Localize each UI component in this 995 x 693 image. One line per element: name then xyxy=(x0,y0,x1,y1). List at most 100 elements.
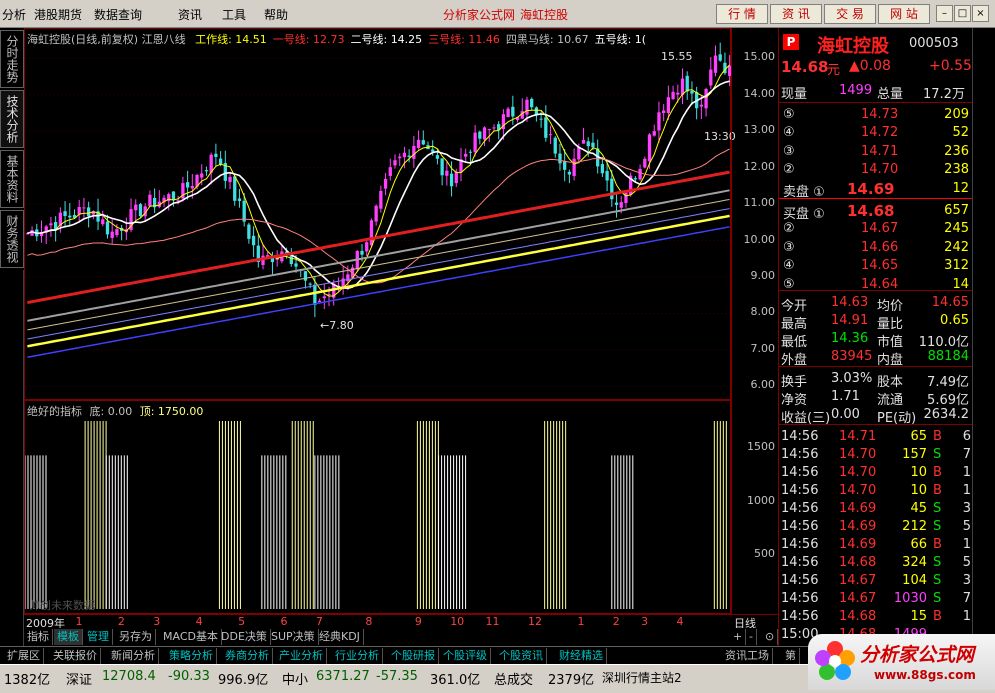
book-volume: 242 xyxy=(944,239,969,255)
toolbar-trade-button[interactable]: 交 易 xyxy=(824,4,876,24)
menu-data-query[interactable]: 数据查询 xyxy=(94,6,142,23)
menu-tools[interactable]: 工具 xyxy=(222,6,246,23)
tick-row[interactable]: 14:56 14.70 10 B 1 xyxy=(779,482,973,500)
candle-body xyxy=(473,132,477,153)
book-price: 14.68 xyxy=(847,202,895,220)
tab-save-as[interactable]: 另存为 xyxy=(116,629,156,645)
flower-icon xyxy=(815,641,855,680)
legend-line-name: 三号线: xyxy=(428,33,469,46)
tick-row[interactable]: 14:56 14.71 65 B 6 xyxy=(779,428,973,446)
window-title-site: 分析家公式网 xyxy=(443,8,516,22)
legend-line-value: 12.73 xyxy=(312,33,345,46)
bids-row[interactable]: ③ 14.66 242 xyxy=(779,239,973,257)
book-level: ② xyxy=(783,221,795,237)
close-button[interactable]: × xyxy=(972,5,989,22)
indicator-canvas xyxy=(24,421,727,609)
maximize-button[interactable]: □ xyxy=(954,5,971,22)
shortcut-4[interactable]: 券商分析 xyxy=(222,648,273,664)
bids-row[interactable]: ④ 14.65 312 xyxy=(779,257,973,275)
tab-template[interactable]: 模板 xyxy=(54,629,83,645)
book-level: ③ xyxy=(783,239,795,255)
asks-row[interactable]: ④ 14.72 52 xyxy=(779,124,973,142)
candle-body xyxy=(251,235,256,246)
book-price: 14.66 xyxy=(861,239,899,255)
book-level: ④ xyxy=(783,258,795,274)
date-axis-label: 5 xyxy=(238,615,246,628)
asks-row[interactable]: ③ 14.71 236 xyxy=(779,143,973,161)
tick-row[interactable]: 14:56 14.68 324 S 5 xyxy=(779,554,973,572)
tab-fundamentals[interactable]: 基本资料 xyxy=(0,150,24,208)
tick-side: B xyxy=(933,465,942,480)
tick-row[interactable]: 14:56 14.69 66 B 1 xyxy=(779,536,973,554)
tab-indicator[interactable]: 指标 xyxy=(24,629,53,645)
shortcut-7[interactable]: 个股研报 xyxy=(388,648,439,664)
tab-intraday[interactable]: 分时走势 xyxy=(0,30,24,88)
candle-body xyxy=(200,173,204,178)
candle-body xyxy=(77,207,81,215)
bids-row[interactable]: 买盘 ① 14.68 657 xyxy=(779,202,973,222)
shortcut-3[interactable]: 策略分析 xyxy=(166,648,217,664)
tab-manage[interactable]: 管理 xyxy=(84,629,113,645)
asks-row[interactable]: ⑤ 14.73 209 xyxy=(779,106,973,124)
candle-body xyxy=(704,88,708,109)
ma-line-two xyxy=(27,80,730,290)
tick-row[interactable]: 14:56 14.70 157 S 7 xyxy=(779,446,973,464)
indicator-panel[interactable]: 绝好的指标 底: 0.00 顶: 1750.00 帅创未来数据 xyxy=(24,400,731,614)
window-title-stock: 海虹控股 xyxy=(520,8,569,22)
menu-hk-futures[interactable]: 港股期货 xyxy=(34,6,82,23)
menu-analysis[interactable]: 分析 xyxy=(2,6,26,23)
date-axis-label: 4 xyxy=(676,615,684,628)
tick-row[interactable]: 14:56 14.70 10 B 1 xyxy=(779,464,973,482)
price-change: ▲0.08 xyxy=(849,58,891,74)
status-server[interactable]: 深圳行情主站2 xyxy=(602,669,682,686)
shortcut-10[interactable]: 财经精选 xyxy=(556,648,607,664)
bids-row[interactable]: ② 14.67 245 xyxy=(779,220,973,238)
tab-financials[interactable]: 财务透视 xyxy=(0,210,24,268)
candle-body xyxy=(204,170,209,172)
minimize-button[interactable]: – xyxy=(936,5,953,22)
price-chart[interactable]: 海虹控股(日线,前复权) 江恩八线 工作线: 14.51 一号线: 12.73 二号… xyxy=(24,28,736,400)
shortcut-8[interactable]: 个股评级 xyxy=(440,648,491,664)
zoom-in-button[interactable]: + xyxy=(730,629,747,645)
right-scroll-strip[interactable] xyxy=(972,28,995,646)
shortcut-2[interactable]: 新闻分析 xyxy=(108,648,159,664)
status-sz-amount: 996.9亿 xyxy=(218,673,269,688)
tick-row[interactable]: 14:56 14.69 212 S 5 xyxy=(779,518,973,536)
tab-sup[interactable]: SUP决策 xyxy=(268,629,319,645)
tick-row[interactable]: 14:56 14.67 104 S 3 xyxy=(779,572,973,590)
tab-macd[interactable]: MACD基本 xyxy=(160,629,222,645)
tab-kdj[interactable]: 经典KDJ xyxy=(316,629,364,645)
tab-dde[interactable]: DDE决策 xyxy=(218,629,271,645)
shortcut-5[interactable]: 产业分析 xyxy=(276,648,327,664)
candle-body xyxy=(699,104,704,107)
shortcut-6[interactable]: 行业分析 xyxy=(332,648,383,664)
tick-row[interactable]: 14:56 14.67 1030 S 7 xyxy=(779,590,973,608)
shortcut-11[interactable]: 资讯工场 xyxy=(722,648,773,664)
tick-row[interactable]: 14:56 14.69 45 S 3 xyxy=(779,500,973,518)
toolbar-quote-button[interactable]: 行 情 xyxy=(716,4,768,24)
reset-icon[interactable]: ⊙ xyxy=(762,629,779,645)
candle-body xyxy=(431,149,435,152)
menu-help[interactable]: 帮助 xyxy=(264,6,288,23)
tick-row[interactable]: 14:56 14.68 15 B 1 xyxy=(779,608,973,626)
zoom-out-button[interactable]: - xyxy=(746,629,757,645)
asks-row[interactable]: 卖盘 ① 14.69 12 xyxy=(779,180,973,200)
shortcut-1[interactable]: 关联报价 xyxy=(50,648,101,664)
shortcut-12[interactable]: 第 xyxy=(782,648,800,664)
toolbar-news-button[interactable]: 资 讯 xyxy=(770,4,822,24)
tick-side: S xyxy=(933,591,942,606)
candle-body xyxy=(605,171,609,181)
chart-high-annotation: 15.55 xyxy=(661,50,693,63)
asks-row[interactable]: ② 14.70 238 xyxy=(779,161,973,179)
tab-technical[interactable]: 技术分析 xyxy=(0,90,24,148)
candle-body xyxy=(685,75,689,92)
tick-count: 5 xyxy=(962,555,971,570)
toolbar-web-button[interactable]: 网 站 xyxy=(878,4,930,24)
status-total-value: 2379亿 xyxy=(548,673,595,688)
shortcut-9[interactable]: 个股资讯 xyxy=(496,648,547,664)
menu-news[interactable]: 资讯 xyxy=(178,6,202,23)
candle-body xyxy=(610,178,614,200)
candle-body xyxy=(652,131,656,136)
shortcut-0[interactable]: 扩展区 xyxy=(4,648,44,664)
book-volume: 209 xyxy=(944,107,969,122)
